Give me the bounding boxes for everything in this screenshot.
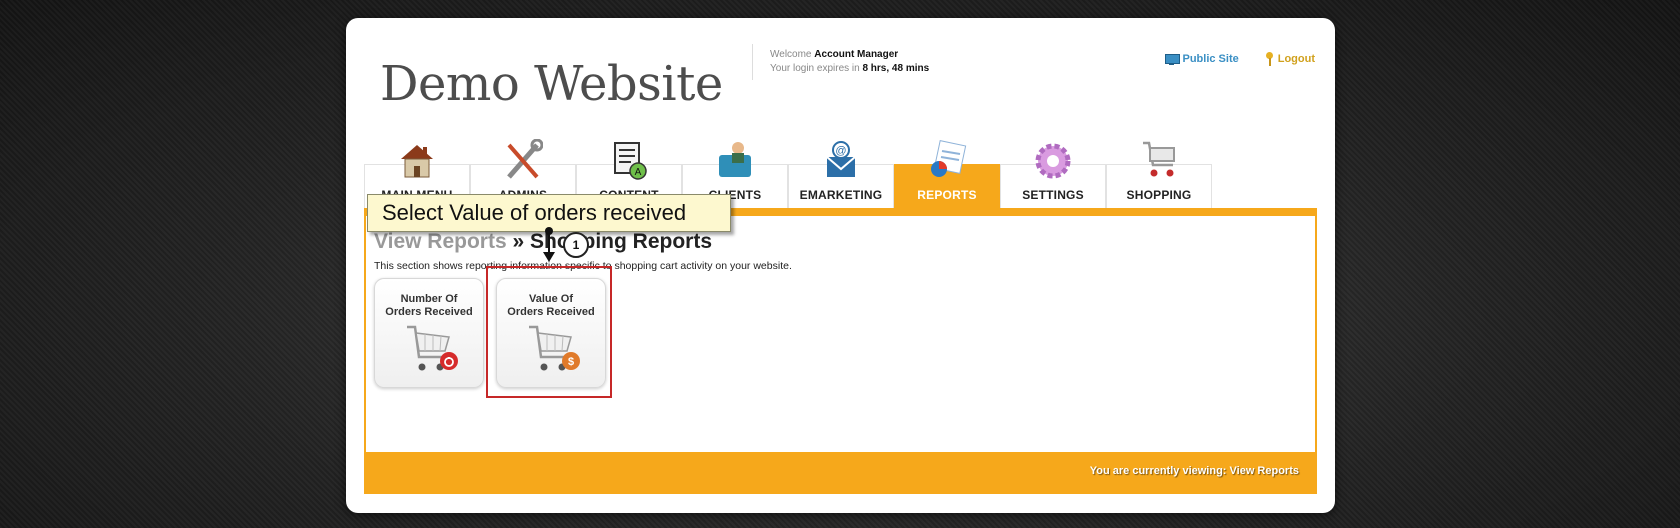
top-links: Public Site Logout (1165, 52, 1315, 66)
tab-label: EMARKETING (799, 188, 883, 202)
reports-icon (931, 140, 967, 177)
tab-label: REPORTS (917, 188, 977, 202)
tile-title-line1: Number Of (400, 293, 458, 305)
header-divider (752, 44, 753, 80)
cart-counter-icon (407, 325, 458, 371)
arrow-line (548, 230, 550, 254)
key-icon (1265, 52, 1274, 66)
breadcrumb-separator: » (506, 230, 531, 253)
tab-label: SHOPPING (1126, 188, 1192, 202)
house-icon (401, 145, 433, 178)
cart-icon (1143, 141, 1175, 177)
step-number-badge: 1 (563, 232, 589, 258)
currently-viewing-text: You are currently viewing: View Reports (1089, 465, 1299, 477)
content-icon: A (614, 142, 647, 180)
welcome-prefix: Welcome (770, 49, 812, 60)
tab-label: SETTINGS (1022, 188, 1084, 202)
tile-title: Number Of Orders Received (375, 293, 483, 319)
email-icon: @ (826, 141, 856, 177)
breadcrumb-link-view-reports[interactable]: View Reports (374, 230, 507, 253)
public-site-link[interactable]: Public Site (1165, 52, 1239, 66)
breadcrumb: View Reports » Shopping Reports (374, 230, 712, 254)
tile-title-line2: Orders Received (385, 306, 473, 318)
svg-text:@: @ (835, 145, 846, 157)
public-site-label: Public Site (1182, 53, 1239, 65)
monitor-icon (1165, 53, 1181, 65)
gear-icon (1035, 143, 1071, 179)
logout-link[interactable]: Logout (1265, 52, 1315, 66)
logout-label: Logout (1277, 53, 1315, 65)
tab-reports[interactable]: REPORTS (894, 140, 1000, 210)
session-info: Welcome Account Manager Your login expir… (770, 48, 929, 76)
expires-value: 8 hrs, 48 mins (862, 63, 930, 74)
highlight-box (486, 266, 612, 398)
expires-prefix: Your login expires in (770, 63, 860, 74)
tab-settings[interactable]: SETTINGS (1000, 143, 1106, 210)
svg-text:A: A (635, 167, 642, 178)
tab-shopping[interactable]: SHOPPING (1106, 141, 1212, 210)
number-of-orders-tile[interactable]: Number Of Orders Received (374, 278, 484, 388)
site-logo[interactable]: Demo Website (380, 56, 723, 112)
page-title: Shopping Reports (530, 230, 713, 253)
arrow-head (543, 252, 555, 262)
clients-icon (719, 142, 751, 177)
tab-emarketing[interactable]: @ EMARKETING (788, 141, 894, 210)
user-name: Account Manager (814, 49, 899, 60)
status-footer: You are currently viewing: View Reports (366, 452, 1315, 492)
tools-icon (507, 139, 543, 179)
